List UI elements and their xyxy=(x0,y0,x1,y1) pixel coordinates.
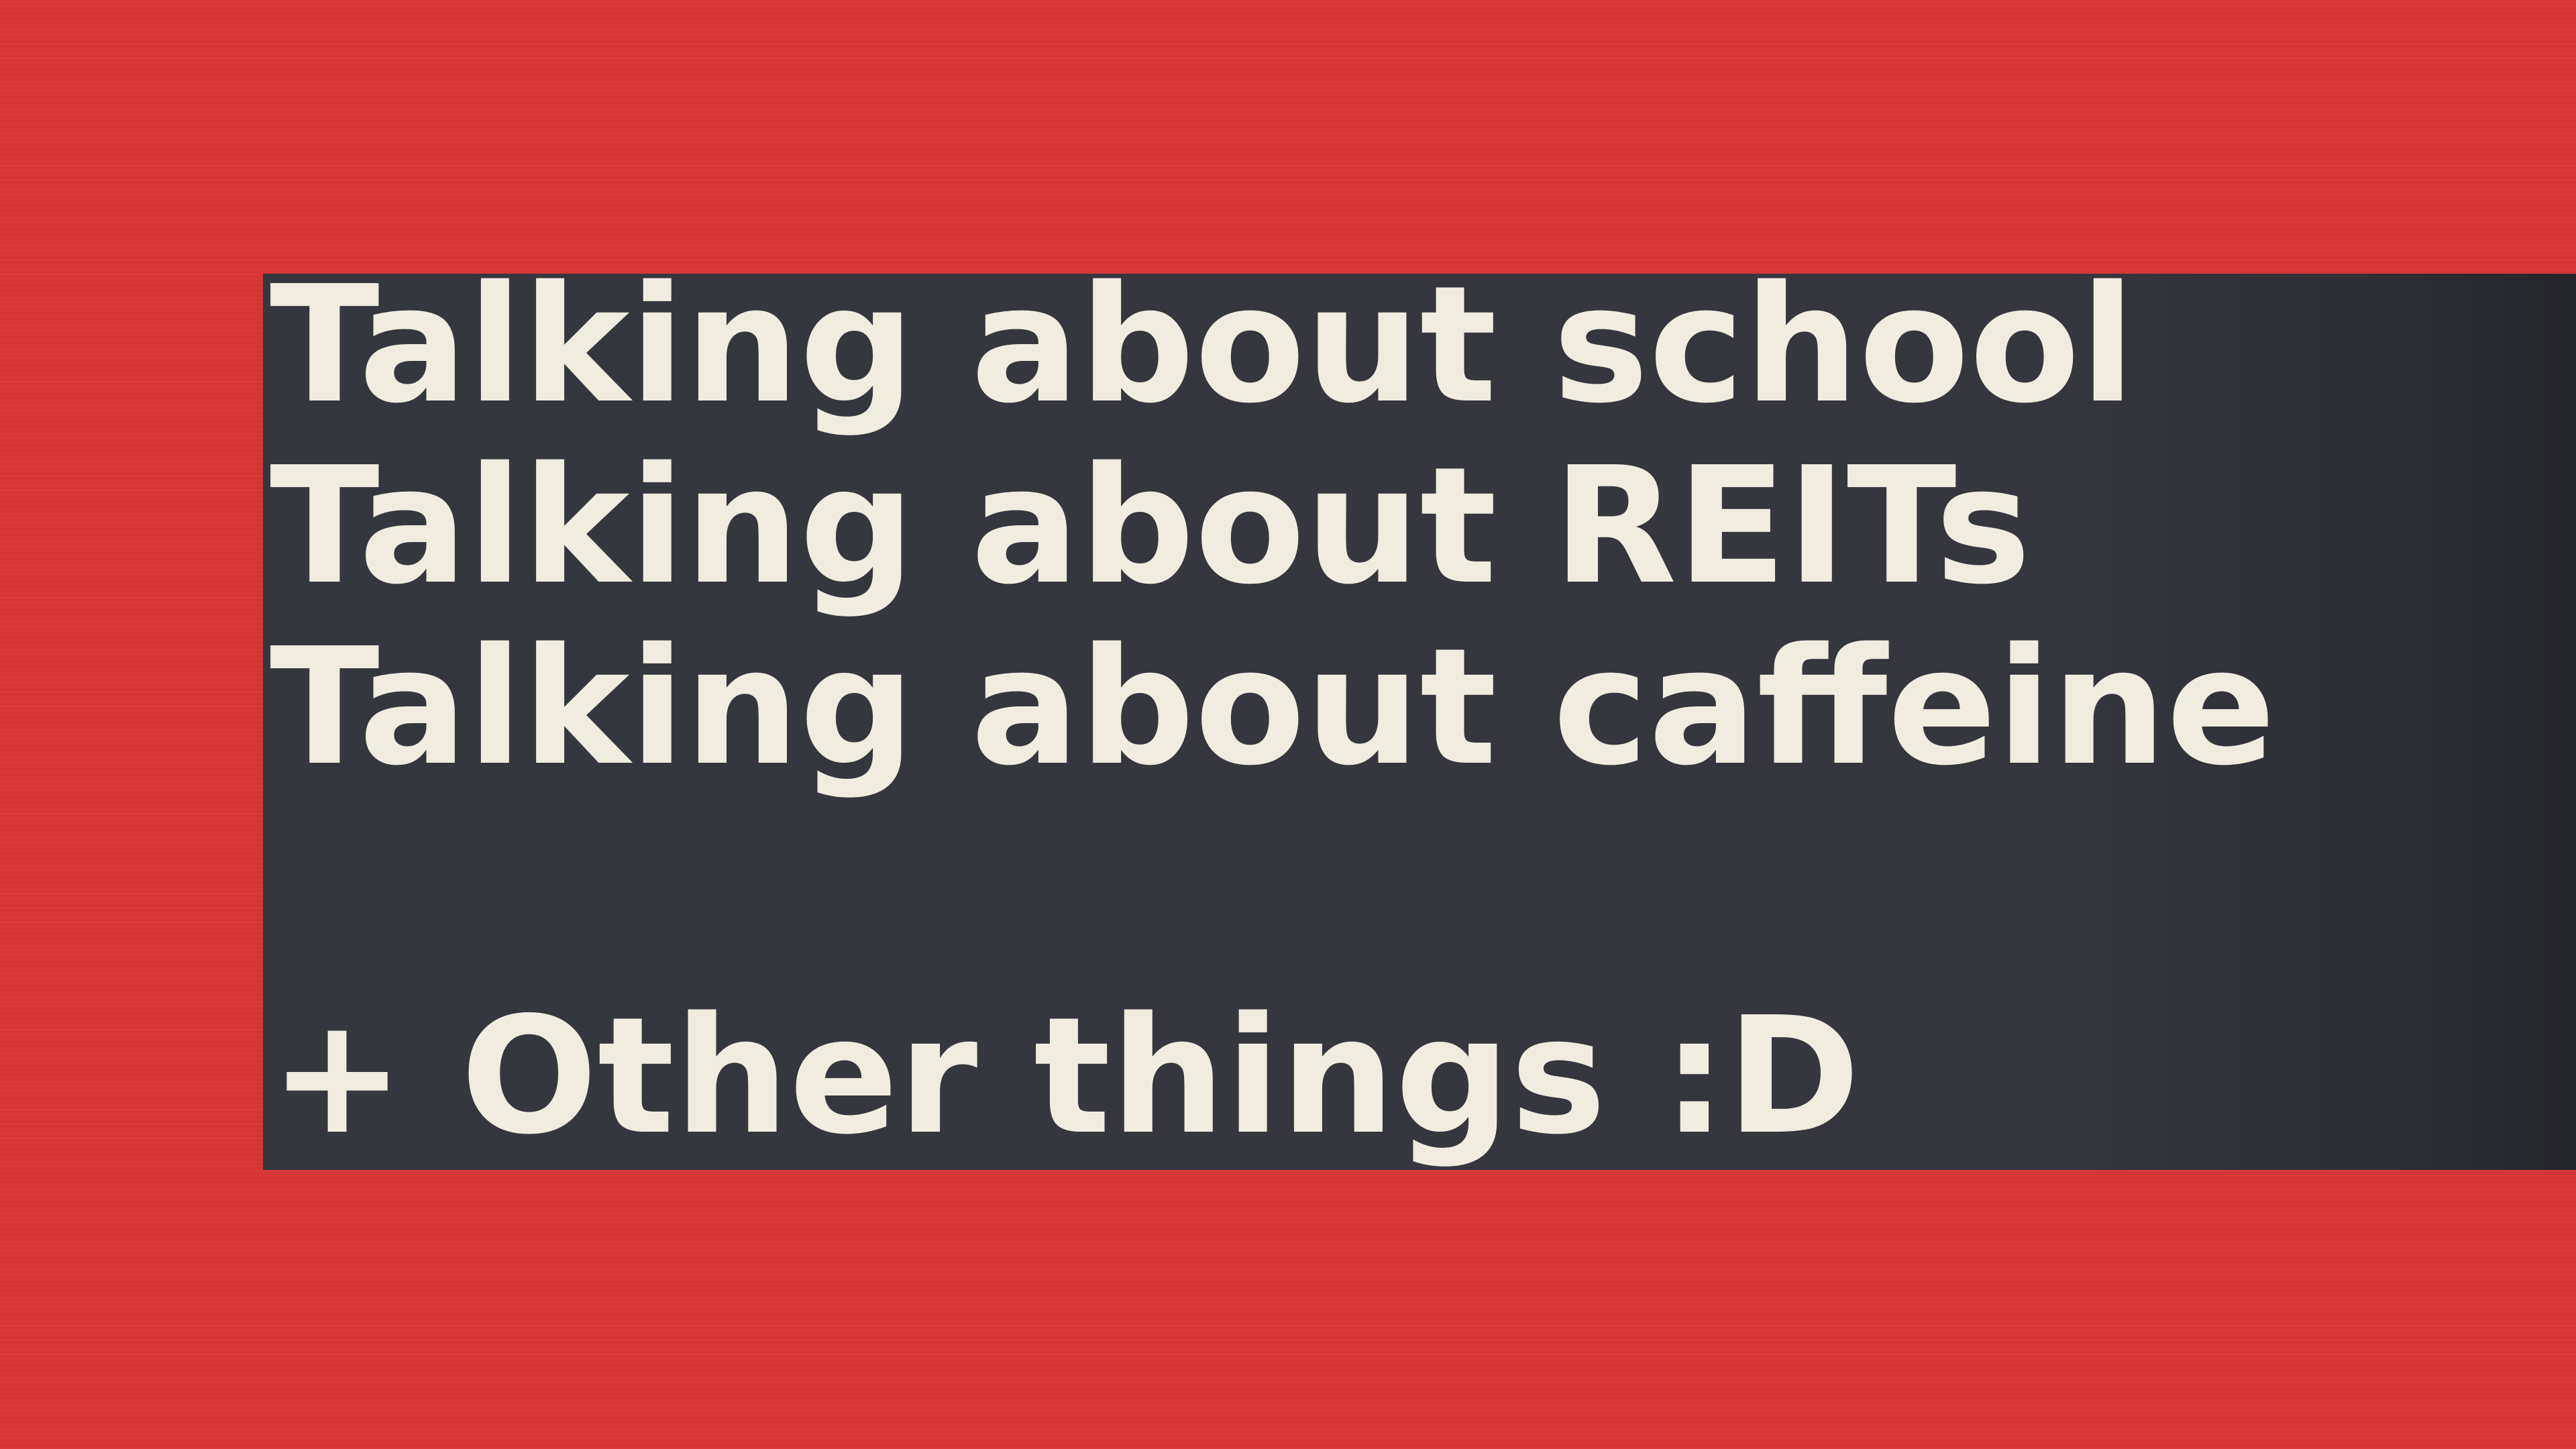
other-things-line: + Other things :D xyxy=(270,982,1861,1170)
topic-line-caffeine: Talking about caffeine xyxy=(270,613,2276,801)
text-panel: Talking about school Talking about REITs… xyxy=(263,274,2576,1170)
slide-background: Talking about school Talking about REITs… xyxy=(0,0,2576,1449)
topic-line-reits: Talking about REITs xyxy=(270,432,2031,620)
topic-line-school: Talking about school xyxy=(270,274,2135,439)
